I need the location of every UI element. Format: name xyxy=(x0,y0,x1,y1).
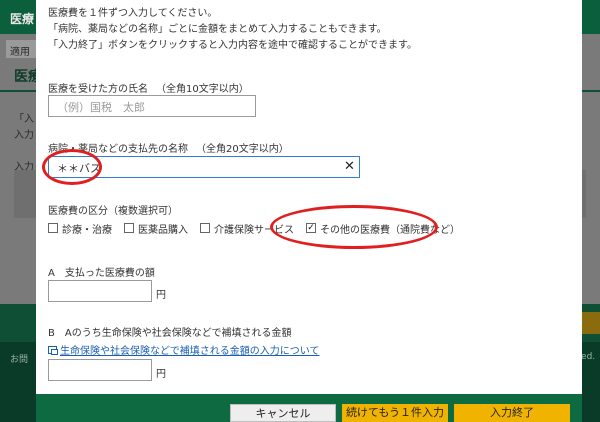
insurance-help-link[interactable]: 生命保険や社会保険などで補填される金額の入力について xyxy=(48,342,320,357)
site-header-title: 医療 xyxy=(10,12,35,26)
amount-a-unit: 円 xyxy=(156,290,166,301)
check-icon[interactable]: ✓ xyxy=(306,223,316,233)
checkbox-medicine[interactable]: 医薬品購入 xyxy=(124,221,188,236)
checkbox-box[interactable] xyxy=(48,223,58,233)
patient-name-input[interactable]: （例）国税 太郎 xyxy=(48,95,256,117)
amount-b-unit: 円 xyxy=(156,369,166,380)
medical-expense-dialog: 医療費を１件ずつ入力してください。 「病院、薬局などの名称」ごとに金額をまとめて… xyxy=(36,0,582,422)
payee-name-input[interactable]: ＊＊バス xyxy=(48,156,360,178)
checkbox-label: 診療・治療 xyxy=(62,224,112,236)
checkbox-label: 介護保険サービス xyxy=(214,224,294,236)
cancel-button[interactable]: キャンセル xyxy=(230,404,336,422)
amount-b-input[interactable] xyxy=(48,359,152,381)
clear-icon[interactable]: ✕ xyxy=(344,159,355,174)
amount-a-input[interactable] xyxy=(48,280,152,302)
patient-name-label: 医療を受けた方の氏名 （全角10文字以内） xyxy=(48,84,249,95)
checkbox-box[interactable] xyxy=(124,223,134,233)
category-checkbox-group: 診療・治療 医薬品購入 介護保険サービス ✓ その他の医療費（通院費など） xyxy=(48,220,472,236)
payee-name-label: 病院・薬局などの支払先の名称 （全角20文字以内） xyxy=(48,144,289,155)
background-text: 入力 xyxy=(14,130,34,141)
checkbox-label: 医薬品購入 xyxy=(138,224,188,236)
checkbox-other-expenses[interactable]: ✓ その他の医療費（通院費など） xyxy=(306,221,460,236)
finish-entry-button[interactable]: 入力終了 xyxy=(454,404,570,422)
continue-entry-button[interactable]: 続けてもう１件入力 xyxy=(342,404,448,422)
intro-text: 医療費を１件ずつ入力してください。 「病院、薬局などの名称」ごとに金額をまとめて… xyxy=(48,6,417,54)
insurance-help-link-text[interactable]: 生命保険や社会保険などで補填される金額の入力について xyxy=(60,342,320,357)
intro-line: 医療費を１件ずつ入力してください。 xyxy=(48,8,218,19)
intro-line: 「入力終了」ボタンをクリックすると入力内容を途中で確認することができます。 xyxy=(48,40,417,51)
external-window-icon xyxy=(48,345,58,355)
checkbox-label: その他の医療費（通院費など） xyxy=(320,224,460,236)
background-text: 「入 xyxy=(14,114,34,125)
checkbox-treatment[interactable]: 診療・治療 xyxy=(48,221,112,236)
footer-text-left: お問 xyxy=(10,355,29,365)
checkbox-care-service[interactable]: 介護保険サービス xyxy=(200,221,294,236)
intro-line: 「病院、薬局などの名称」ごとに金額をまとめて入力することもできます。 xyxy=(48,24,387,35)
amount-a-label: A 支払った医療費の額 xyxy=(48,268,155,279)
amount-b-label: B Aのうち生命保険や社会保険などで補填される金額 xyxy=(48,328,292,339)
checkbox-box[interactable] xyxy=(200,223,210,233)
category-label: 医療費の区分（複数選択可） xyxy=(48,206,178,217)
background-button-stub xyxy=(582,312,600,334)
